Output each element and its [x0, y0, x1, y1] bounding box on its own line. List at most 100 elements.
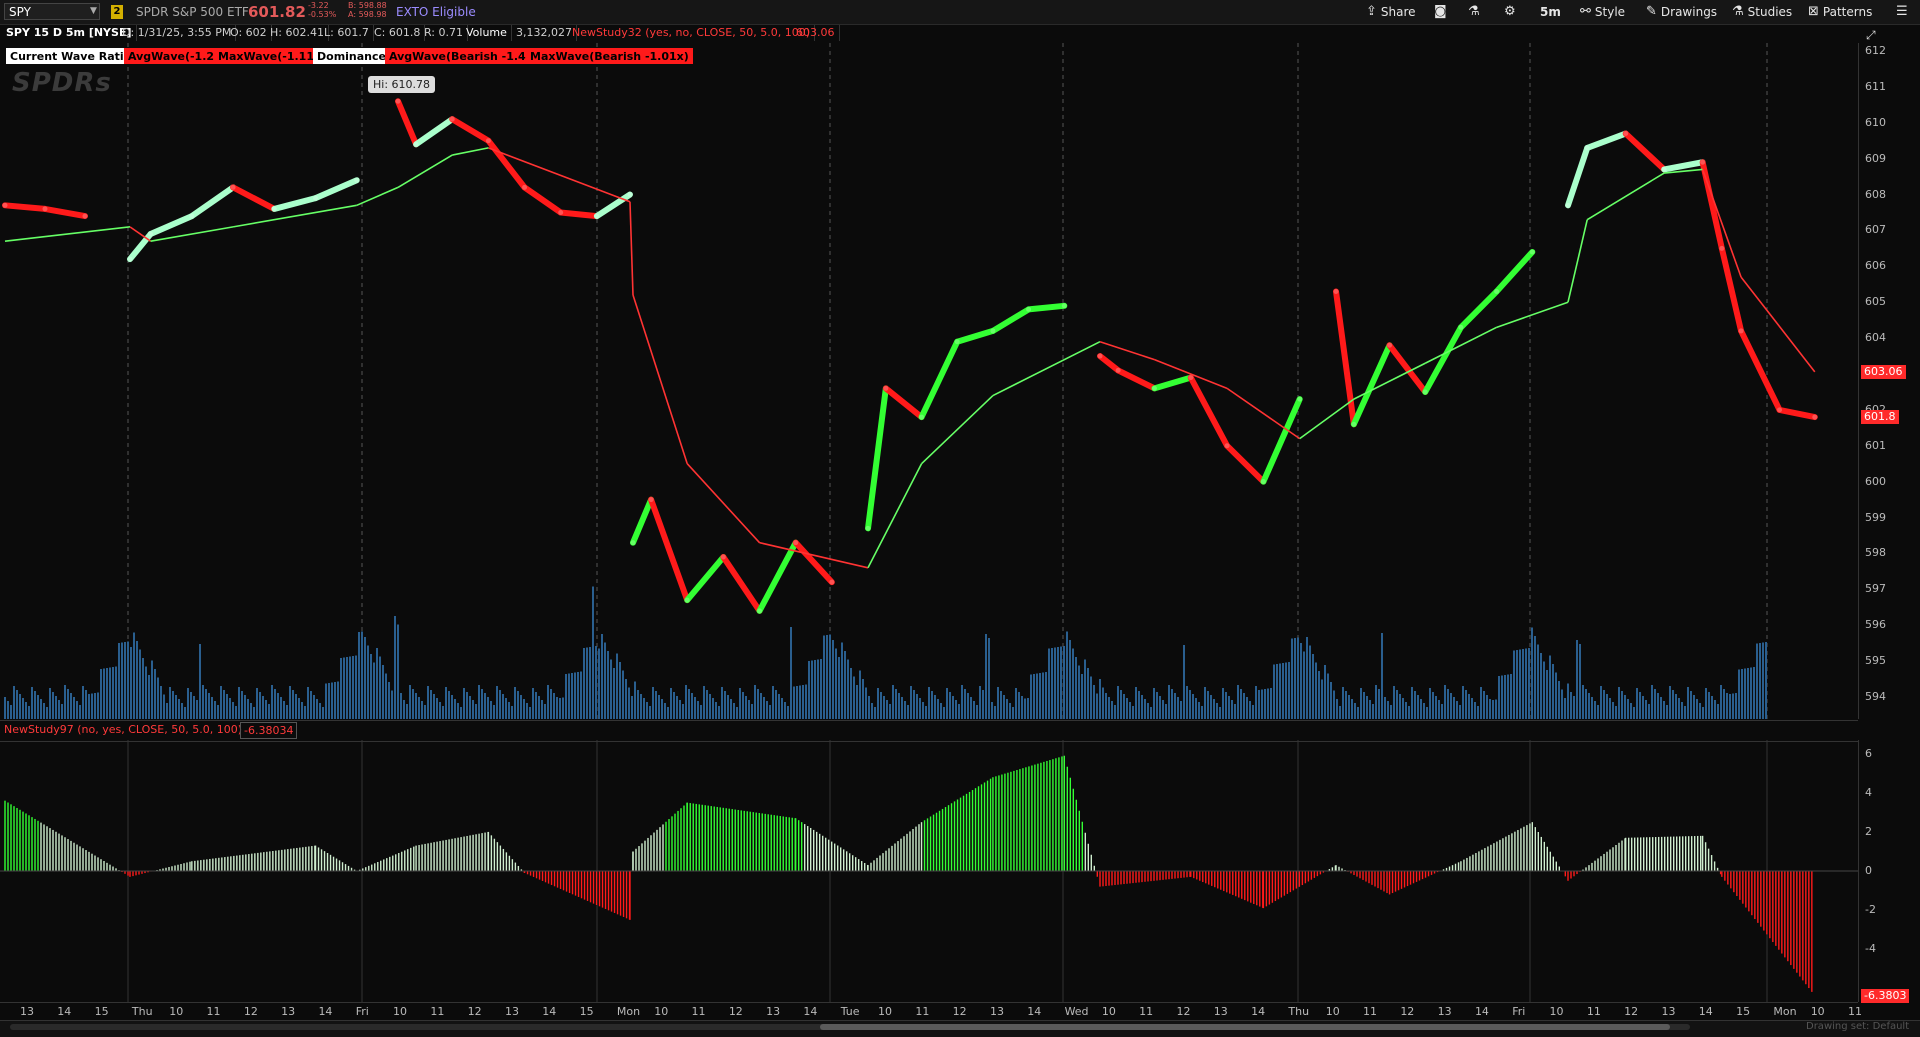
- time-tick: 15: [1736, 1005, 1751, 1018]
- price-point: [865, 525, 871, 531]
- volume-bar: [217, 705, 219, 719]
- volume-bar: [502, 694, 504, 719]
- volume-bar: [748, 700, 750, 719]
- volume-bar: [223, 690, 225, 719]
- chart-menu-button[interactable]: ☰: [1896, 3, 1908, 21]
- volume-bar: [1750, 667, 1752, 719]
- volume-bar: [151, 660, 153, 719]
- volume-bar: [1030, 674, 1032, 719]
- moving-average-segment: [1567, 219, 1589, 303]
- volume-bar: [1186, 686, 1188, 719]
- volume-bar: [316, 699, 318, 719]
- volume-bar: [676, 696, 678, 719]
- price-point: [271, 206, 277, 212]
- volume-bar: [1606, 694, 1608, 719]
- volume-bar: [667, 707, 669, 719]
- time-axis[interactable]: 13 14 15 Thu 10 11 12 13 14 Fri 10 11 12 13 14 15 Mon 10 1…: [0, 1002, 1862, 1021]
- oscillator-axis[interactable]: 6 4 2 0 -2 -4 -6.3803: [1858, 740, 1920, 1003]
- volume-bar: [1405, 702, 1407, 719]
- volume-bar: [853, 676, 855, 719]
- volume-bar: [691, 693, 693, 719]
- volume-bar: [910, 686, 912, 719]
- volume-bar: [928, 687, 930, 719]
- volume-bar: [1063, 646, 1065, 719]
- symbol-input[interactable]: SPY: [4, 3, 100, 20]
- volume-bar: [277, 693, 279, 719]
- volume-bar: [1012, 707, 1014, 719]
- volume-bar: [1189, 690, 1191, 719]
- volume-bar: [1447, 689, 1449, 719]
- volume-bar: [976, 705, 978, 719]
- volume-bar: [700, 705, 702, 719]
- volume-bar: [1315, 662, 1317, 719]
- volume-bar: [205, 689, 207, 719]
- volume-bar: [247, 699, 249, 719]
- snapshot-button[interactable]: ◙: [1434, 3, 1447, 21]
- volume-bar: [1009, 703, 1011, 719]
- volume-bar: [787, 706, 789, 719]
- volume-bar: [109, 667, 111, 719]
- volume-bar: [967, 693, 969, 719]
- volume-bar: [1525, 648, 1527, 719]
- volume-bar: [1333, 690, 1335, 719]
- bar-low: L: 601.7: [320, 25, 374, 41]
- volume-bar: [940, 703, 942, 719]
- volume-bar: [385, 673, 387, 719]
- price-point: [230, 184, 236, 190]
- chart-settings-button[interactable]: ⚙: [1504, 3, 1516, 21]
- volume-bar: [436, 698, 438, 719]
- chevron-down-icon[interactable]: ▼: [90, 4, 100, 19]
- studies-button[interactable]: ⚗ Studies: [1732, 3, 1792, 21]
- volume-bar: [1240, 689, 1242, 719]
- volume-bar: [1249, 701, 1251, 719]
- volume-bar: [832, 640, 834, 719]
- style-button[interactable]: ⚯ Style: [1580, 3, 1625, 21]
- volume-bar: [1492, 700, 1494, 719]
- drawings-button[interactable]: ✎ Drawings: [1646, 3, 1717, 21]
- spdr-logo: SPDRs: [12, 68, 112, 98]
- volume-bar: [1207, 691, 1209, 719]
- price-chart[interactable]: [0, 43, 1858, 719]
- volume-bar: [934, 695, 936, 719]
- volume-bar: [1288, 662, 1290, 719]
- time-tick: 13: [1213, 1005, 1228, 1018]
- volume-bar: [1279, 663, 1281, 719]
- price-tick: 594: [1865, 690, 1886, 703]
- timeframe-button[interactable]: 5m: [1540, 3, 1561, 21]
- chart-title: SPY 15 D 5m [NYSE]: [2, 25, 137, 41]
- studies-button-label: Studies: [1747, 5, 1793, 19]
- price-segment: [989, 306, 1032, 334]
- share-button[interactable]: ⇪ Share: [1366, 3, 1416, 21]
- volume-bar: [1165, 704, 1167, 719]
- volume-bar: [1402, 698, 1404, 719]
- price-segment: [882, 385, 925, 421]
- oscillator-chart[interactable]: [0, 740, 1858, 1002]
- volume-bar: [1519, 649, 1521, 719]
- volume-bar: [865, 687, 867, 719]
- time-tick: 11: [1848, 1005, 1862, 1018]
- link-group-badge[interactable]: 2: [111, 5, 123, 19]
- volume-bar: [1075, 657, 1077, 719]
- volume-bar: [637, 690, 639, 719]
- price-point: [648, 497, 654, 503]
- time-tick: 13: [504, 1005, 519, 1018]
- volume-bar: [595, 646, 597, 719]
- volume-bar: [889, 704, 891, 719]
- volume-bar: [154, 669, 156, 719]
- time-tick: 13: [281, 1005, 296, 1018]
- volume-bar: [40, 699, 42, 719]
- patterns-button[interactable]: ⊠ Patterns: [1808, 3, 1872, 21]
- price-axis[interactable]: 6126116106096086076066056046036026016005…: [1858, 43, 1920, 719]
- volume-bar: [1444, 685, 1446, 719]
- scroll-thumb[interactable]: [820, 1024, 1670, 1030]
- volume-bar: [1465, 690, 1467, 719]
- exto-eligible-link[interactable]: EXTO Eligible: [396, 5, 476, 19]
- volume-bar: [1588, 693, 1590, 719]
- expand-icon[interactable]: ⤢: [1866, 28, 1884, 42]
- time-tick: 12: [1624, 1005, 1639, 1018]
- studies-quick-button[interactable]: ⚗: [1468, 3, 1480, 21]
- volume-bar: [1336, 699, 1338, 719]
- volume-bar: [1531, 627, 1533, 719]
- volume-bar: [181, 703, 183, 719]
- volume-bar: [1594, 701, 1596, 719]
